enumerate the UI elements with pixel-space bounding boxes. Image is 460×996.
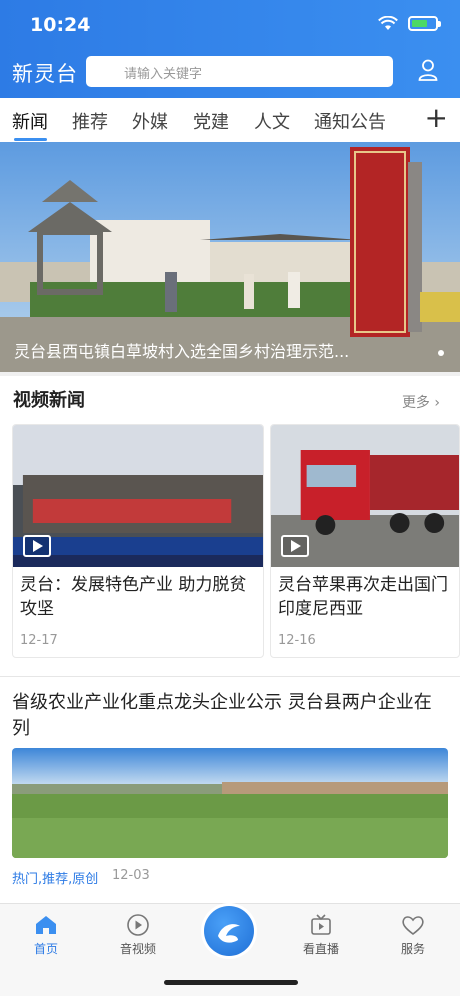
- search-icon: [97, 64, 109, 76]
- video-card-date: 12-16: [278, 633, 316, 648]
- nav-service-label: 服务: [400, 942, 425, 956]
- video-card[interactable]: 灵台：发展特色产业 助力脱贫攻坚 12-17: [12, 424, 264, 658]
- status-time: 10:24: [30, 14, 91, 36]
- article-tags: 热门,推荐,原创: [12, 872, 99, 887]
- active-tab-indicator: [14, 138, 47, 141]
- tv-icon: [311, 914, 331, 935]
- article-image[interactable]: [12, 748, 448, 858]
- article-title[interactable]: 省级农业产业化重点龙头企业公示 灵台县两户企业在列: [12, 690, 448, 742]
- app-logo-icon[interactable]: [204, 906, 254, 956]
- tab-recommend[interactable]: 推荐: [72, 108, 108, 134]
- nav-live[interactable]: 看直播: [291, 914, 351, 957]
- article-date: 12-03: [112, 868, 150, 883]
- carousel-indicator: [438, 350, 444, 356]
- app-header: 10:24 新灵台 请输入关键字: [0, 0, 460, 98]
- search-input[interactable]: 请输入关键字: [86, 56, 393, 87]
- battery-icon: [408, 16, 441, 31]
- app-logo: 新灵台: [12, 62, 78, 86]
- nav-av[interactable]: 音视频: [108, 914, 168, 957]
- video-card-title: 灵台：发展特色产业 助力脱贫攻坚: [20, 575, 247, 619]
- video-card-title: 灵台苹果再次走出国门 印度尼西亚: [278, 575, 448, 619]
- banner-caption: 灵台县西屯镇白草坡村入选全国乡村治理示范...: [14, 342, 350, 361]
- status-icons: [378, 16, 441, 31]
- banner-carousel[interactable]: 灵台县西屯镇白草坡村入选全国乡村治理示范...: [0, 142, 460, 372]
- nav-home-label: 首页: [33, 942, 58, 956]
- plus-icon[interactable]: +: [425, 104, 448, 132]
- tab-culture[interactable]: 人文: [254, 108, 290, 134]
- tab-party-building[interactable]: 党建: [193, 108, 229, 134]
- more-label: 更多: [401, 395, 430, 411]
- user-icon[interactable]: [418, 59, 438, 81]
- wifi-icon: [378, 16, 398, 30]
- play-icon: [281, 535, 309, 557]
- category-tabs: 新闻 推荐 外媒 党建 人文 通知公告 +: [0, 98, 460, 142]
- video-news-title: 视频新闻: [13, 390, 85, 411]
- video-card[interactable]: 灵台苹果再次走出国门 印度尼西亚 12-16: [270, 424, 460, 658]
- nav-home[interactable]: 首页: [16, 914, 76, 957]
- chevron-right-icon: ›: [434, 395, 440, 411]
- battery-level: [412, 20, 428, 27]
- section-divider: [0, 676, 460, 677]
- tab-notices[interactable]: 通知公告: [314, 108, 386, 134]
- article-photo: [12, 748, 448, 858]
- nav-av-label: 音视频: [119, 942, 156, 956]
- home-indicator: [164, 980, 298, 985]
- tab-news[interactable]: 新闻: [12, 108, 48, 134]
- heart-icon: [402, 916, 424, 936]
- play-icon: [23, 535, 51, 557]
- video-card-date: 12-17: [20, 633, 58, 648]
- search-placeholder: 请输入关键字: [124, 67, 203, 82]
- play-circle-icon: [127, 914, 149, 936]
- more-link[interactable]: 更多 ›: [402, 392, 440, 412]
- home-icon: [36, 916, 56, 934]
- nav-service[interactable]: 服务: [383, 914, 443, 957]
- nav-live-label: 看直播: [302, 942, 339, 956]
- tab-foreign-media[interactable]: 外媒: [132, 108, 168, 134]
- section-divider: [0, 372, 460, 376]
